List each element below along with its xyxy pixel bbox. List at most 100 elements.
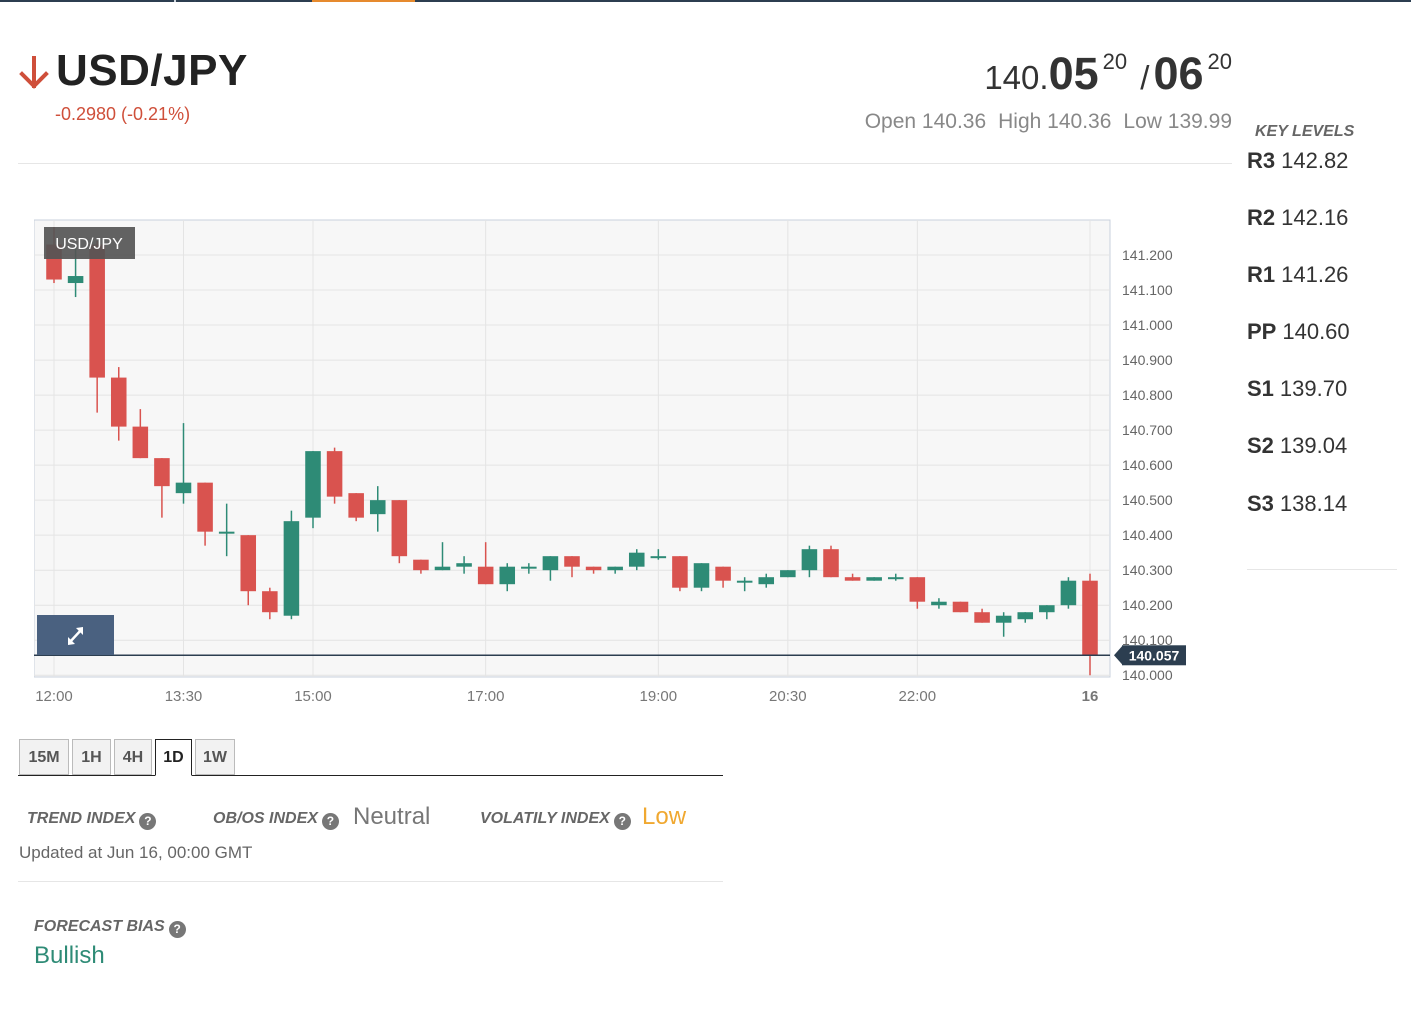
last-price-tag-pointer (1114, 646, 1122, 665)
candle-body (801, 549, 818, 571)
candle-body (585, 566, 602, 571)
key-level-r2: R2 142.16 (1247, 205, 1349, 230)
y-tick-label: 141.000 (1122, 317, 1173, 333)
candle-body (477, 566, 494, 585)
candle-body (521, 566, 537, 569)
candle-body (909, 577, 926, 602)
volatility-index-value: Low (642, 803, 687, 830)
top-nav-bar (0, 0, 1411, 2)
x-tick-label: 15:00 (294, 688, 332, 705)
key-level-s2: S2 139.04 (1247, 433, 1348, 458)
candle-body (823, 549, 839, 578)
candle-body (413, 559, 429, 571)
key-level-r3: R3 142.82 (1247, 148, 1349, 173)
candle-body (197, 482, 213, 532)
key-level-s1: S1 139.70 (1247, 376, 1348, 401)
candle-body (434, 566, 451, 571)
updated-timestamp: Updated at Jun 16, 00:00 GMT (19, 843, 253, 862)
candle-body (974, 612, 990, 623)
timeframe-1d[interactable]: 1D (155, 739, 192, 776)
candle-body (456, 563, 472, 567)
candle-body (1039, 605, 1055, 613)
y-tick-label: 140.900 (1122, 352, 1173, 368)
candle-body (1017, 612, 1034, 620)
timeframe-selector: 15M 1H 4H 1D 1W (18, 739, 723, 776)
candle-body (240, 535, 257, 592)
candle-body (89, 244, 105, 378)
x-tick-label: 20:30 (769, 688, 807, 705)
timeframe-1h[interactable]: 1H (72, 739, 111, 775)
key-levels-title: KEY LEVELS (1255, 123, 1355, 140)
candle-body (1082, 580, 1098, 656)
candle-body (952, 601, 969, 613)
question-circle-icon[interactable]: ? (168, 921, 186, 938)
key-level-s3: S3 138.14 (1247, 491, 1348, 516)
candle-body (715, 566, 731, 581)
trend-index-label: TREND INDEX? (27, 810, 157, 830)
candle-body (499, 566, 516, 585)
question-circle-icon[interactable]: ? (321, 813, 339, 830)
ask-price-pips: 20 (1207, 49, 1232, 74)
quote-prefix: 140. (984, 59, 1049, 96)
instrument-header: USD/JPY -0.2980 (-0.21%) 140.05 20 /06 20 … (18, 40, 1232, 164)
candle-body (110, 377, 127, 427)
timeframe-15m[interactable]: 15M (19, 739, 69, 775)
candle-body (305, 451, 321, 518)
x-tick-label: 13:30 (165, 688, 203, 705)
candle-body (348, 493, 364, 518)
x-tick-label: 22:00 (899, 688, 937, 705)
candle-body (780, 570, 796, 578)
high-value: High 140.36 (998, 110, 1112, 133)
candle-body (628, 552, 645, 567)
bid-price-pips: 20 (1102, 49, 1128, 74)
candle-body (262, 591, 278, 613)
candle-body (866, 577, 882, 581)
low-value: Low 139.99 (1123, 110, 1232, 133)
candle-body (844, 577, 861, 581)
key-levels-panel: KEY LEVELS R3 142.82 R2 142.16 R1 141.26 PP… (1247, 120, 1397, 570)
question-circle-icon[interactable]: ? (613, 813, 631, 830)
key-level-r1: R1 141.26 (1247, 262, 1349, 287)
candle-body (650, 556, 667, 559)
instrument-symbol: USD/JPY (56, 46, 248, 95)
candle-body (1060, 580, 1077, 606)
candle-body (218, 531, 235, 534)
candle-body (542, 556, 559, 571)
timeframe-4h[interactable]: 4H (114, 739, 152, 775)
y-tick-label: 140.400 (1122, 527, 1173, 543)
timeframe-1w[interactable]: 1W (195, 739, 235, 775)
y-tick-label: 140.700 (1122, 422, 1173, 438)
candle-body (758, 577, 775, 585)
y-tick-label: 140.800 (1122, 387, 1173, 403)
candle-body (672, 556, 688, 588)
candle-body (391, 500, 408, 557)
volatility-index-label: VOLATILY INDEX? (480, 810, 631, 830)
forecast-bias: FORECAST BIAS? Bullish (34, 914, 334, 984)
candle-body (326, 451, 343, 497)
candle-body (736, 580, 753, 583)
expand-chart-button[interactable] (37, 615, 114, 655)
price-change: -0.2980 (-0.21%) (55, 104, 191, 124)
candle-body (132, 426, 149, 459)
candlestick-chart[interactable]: 141.200 141.100 141.000 140.900 140.800 140.7… (34, 218, 1194, 708)
quote-separator: / (1140, 59, 1150, 96)
nav-active-indicator (312, 0, 415, 2)
candle-body (154, 458, 170, 487)
expand-icon (68, 627, 83, 645)
x-tick-label: 12:00 (35, 688, 73, 705)
x-tick-label: 19:00 (640, 688, 678, 705)
forecast-bias-label: FORECAST BIAS? (34, 918, 186, 938)
candle-body (564, 556, 580, 567)
ask-price-big: 06 (1153, 48, 1204, 99)
x-tick-label: 16 (1082, 688, 1099, 705)
candle-body (931, 601, 947, 606)
key-level-pp: PP 140.60 (1247, 319, 1350, 344)
candle-body (995, 615, 1012, 623)
open-high-low: Open 140.36 High 140.36 Low 139.99 (853, 110, 1232, 134)
candle-body (369, 500, 386, 515)
y-tick-label: 140.500 (1122, 492, 1173, 508)
question-circle-icon[interactable]: ? (139, 813, 157, 830)
y-tick-label: 140.300 (1122, 562, 1173, 578)
arrow-down-icon (19, 56, 49, 89)
price-chart[interactable]: 141.200 141.100 141.000 140.900 140.800 140.7… (34, 218, 1194, 708)
